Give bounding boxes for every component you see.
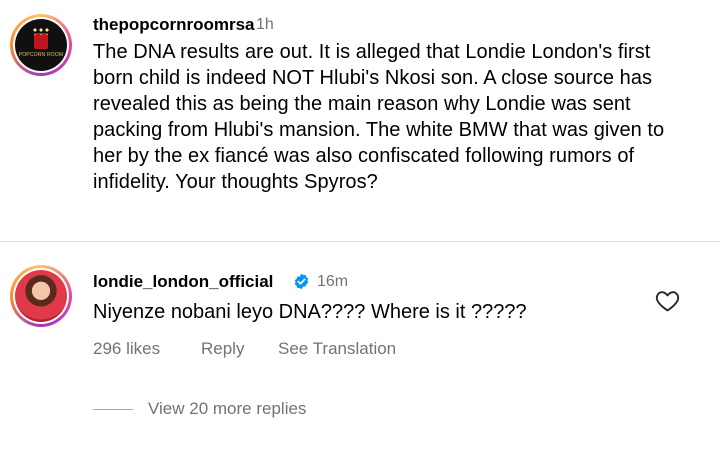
comment-text: Niyenze nobani leyo DNA???? Where is it … <box>93 301 527 323</box>
avatar-ring-gap <box>13 268 69 324</box>
post-caption: The DNA results are out. It is alleged t… <box>93 41 665 193</box>
original-post: POPCORN ROOM thepopcornroomrsa 1h The DN… <box>0 0 720 232</box>
heart-outline-icon[interactable] <box>655 289 680 312</box>
popcorn-logo: POPCORN ROOM <box>15 19 67 71</box>
verified-badge-icon <box>294 273 309 290</box>
comment-timestamp[interactable]: 16m <box>317 273 348 291</box>
comment-author-username[interactable]: londie_london_official <box>93 272 273 292</box>
reply-button[interactable]: Reply <box>201 339 244 359</box>
post-author-avatar[interactable]: POPCORN ROOM <box>10 14 72 76</box>
view-more-replies-button[interactable]: View 20 more replies <box>148 399 306 419</box>
likes-count[interactable]: 296 likes <box>93 339 160 359</box>
avatar-ring-gap: POPCORN ROOM <box>13 17 69 73</box>
comment-author-avatar[interactable] <box>10 265 72 327</box>
see-translation-button[interactable]: See Translation <box>278 339 396 359</box>
popcorn-bucket-icon <box>32 26 50 49</box>
view-replies-line <box>93 409 133 410</box>
profile-photo <box>15 270 67 322</box>
post-author-username[interactable]: thepopcornroomrsa <box>93 15 255 35</box>
logo-text: POPCORN ROOM <box>18 51 64 58</box>
post-timestamp[interactable]: 1h <box>256 16 274 34</box>
divider <box>0 241 720 242</box>
